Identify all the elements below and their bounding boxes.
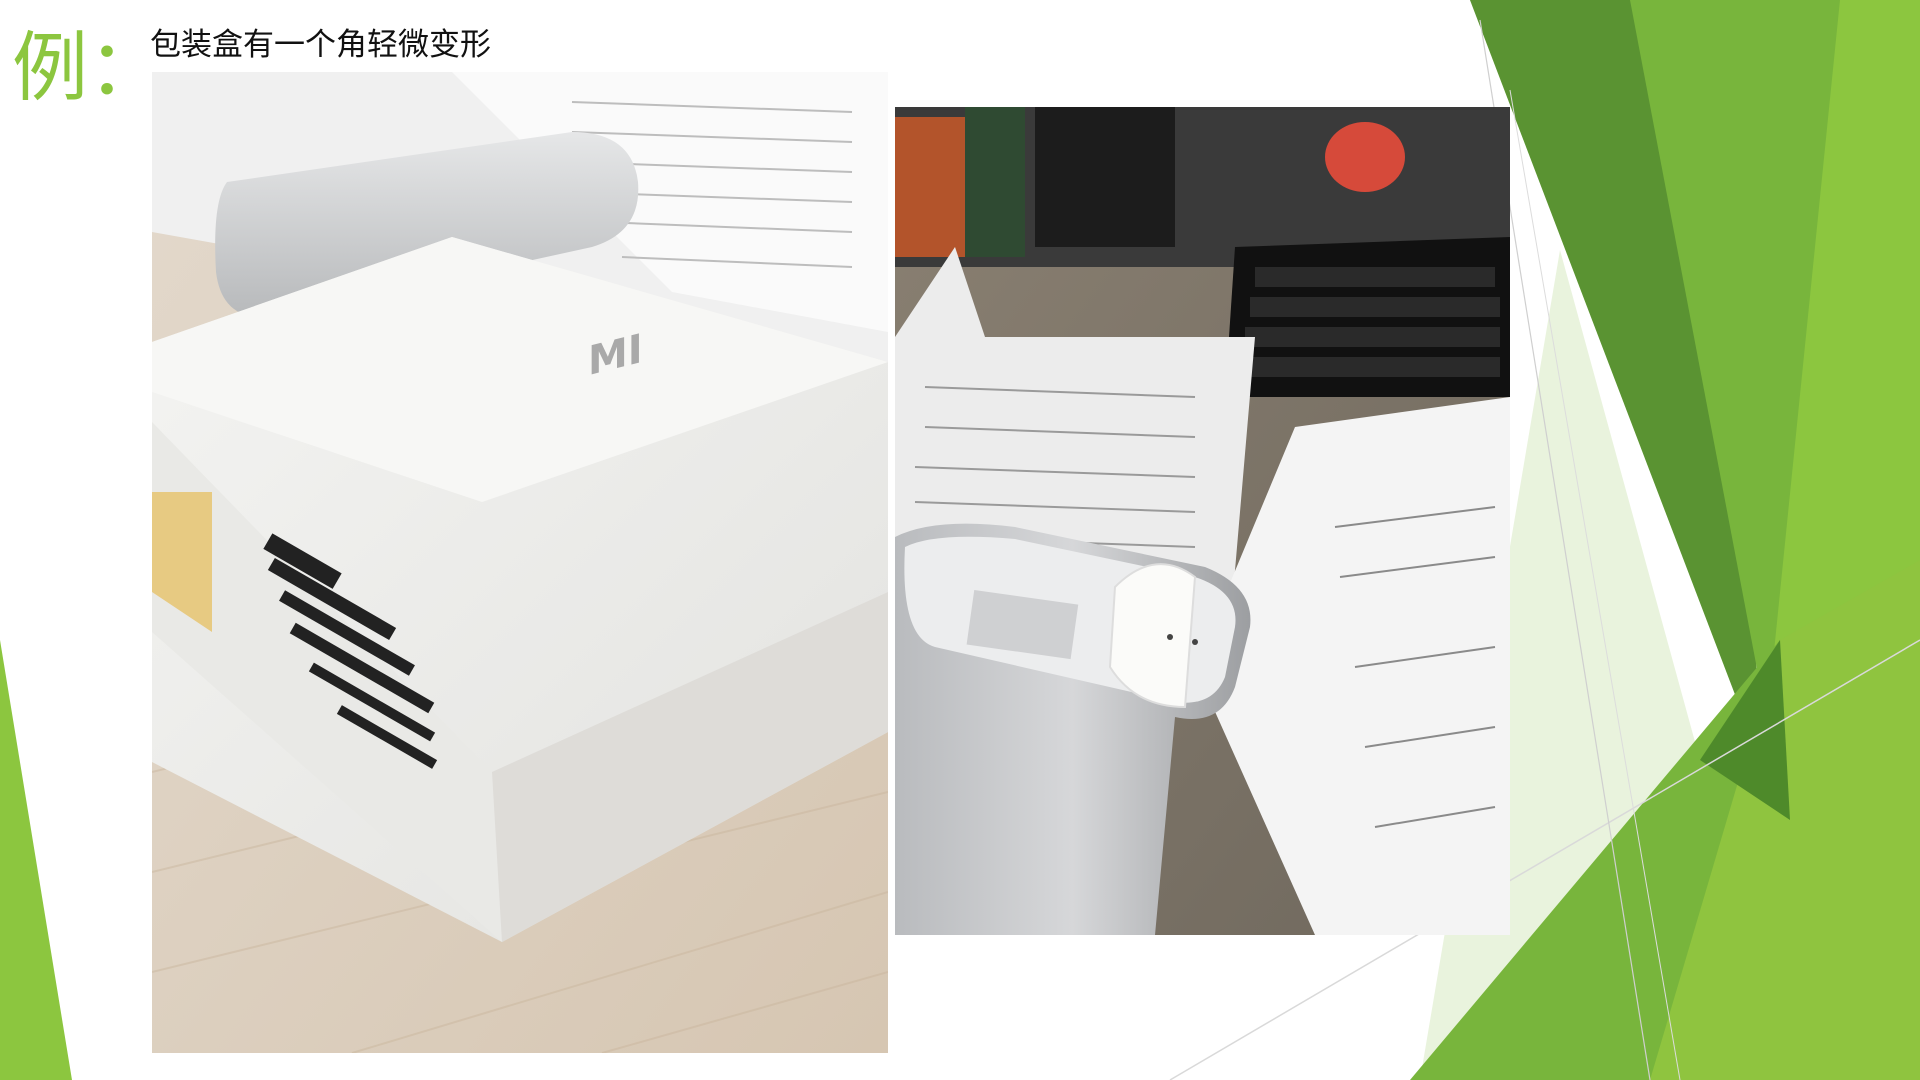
photo-box-deformed-corner: MI — [152, 72, 888, 1053]
image-caption: 包装盒有一个角轻微变形 — [150, 27, 491, 63]
slide-title-prefix: 例： — [12, 23, 164, 112]
photo-power-bank-on-desk — [895, 107, 1510, 935]
left-green-shape — [0, 640, 72, 1080]
